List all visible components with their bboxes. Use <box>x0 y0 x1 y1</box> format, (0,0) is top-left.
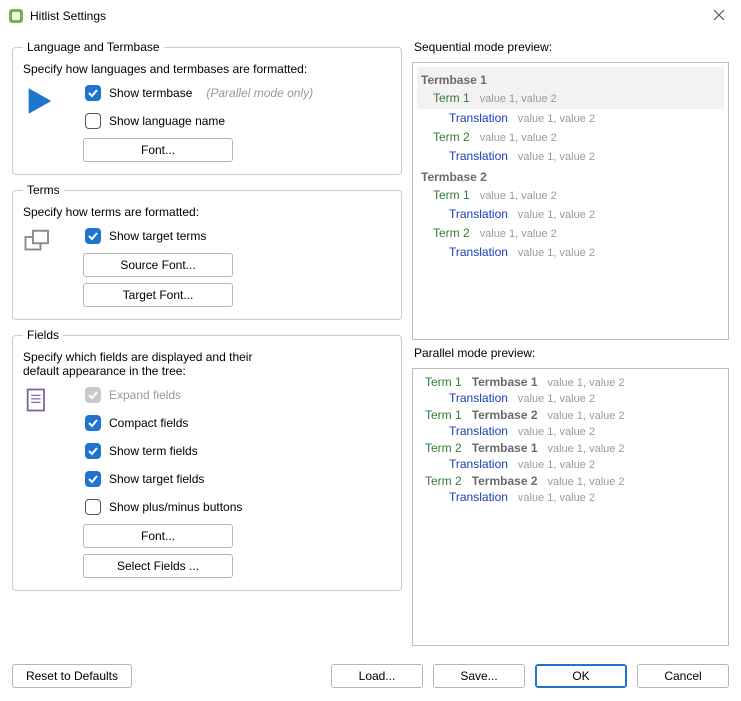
seq-term: Term 1 <box>433 91 470 105</box>
select-fields-button[interactable]: Select Fields ... <box>83 554 233 578</box>
seq-vals: value 1, value 2 <box>518 151 595 163</box>
ok-button[interactable]: OK <box>535 664 627 688</box>
seq-translation: Translation <box>449 149 508 163</box>
par-tb: Termbase 1 <box>472 441 538 455</box>
par-translation: Translation <box>449 424 508 438</box>
par-term: Term 1 <box>425 408 462 422</box>
seq-term: Term 2 <box>433 130 470 144</box>
show-plus-minus-label: Show plus/minus buttons <box>109 500 242 514</box>
document-icon <box>23 384 71 414</box>
par-vals: value 1, value 2 <box>548 443 625 455</box>
par-vals: value 1, value 2 <box>548 410 625 422</box>
show-target-fields-label: Show target fields <box>109 472 204 486</box>
terms-legend: Terms <box>23 183 64 197</box>
show-termbase-label: Show termbase <box>109 86 192 100</box>
bottom-bar: Reset to Defaults Load... Save... OK Can… <box>0 659 741 701</box>
save-button[interactable]: Save... <box>433 664 525 688</box>
par-vals: value 1, value 2 <box>518 426 595 438</box>
seq-vals: value 1, value 2 <box>518 247 595 259</box>
par-vals: value 1, value 2 <box>518 393 595 405</box>
par-tb: Termbase 2 <box>472 474 538 488</box>
show-term-fields-checkbox[interactable] <box>85 443 101 459</box>
par-vals: value 1, value 2 <box>518 492 595 504</box>
show-plus-minus-checkbox[interactable] <box>85 499 101 515</box>
parallel-preview-label: Parallel mode preview: <box>414 346 729 360</box>
par-translation: Translation <box>449 490 508 504</box>
par-translation: Translation <box>449 391 508 405</box>
cancel-button[interactable]: Cancel <box>637 664 729 688</box>
par-vals: value 1, value 2 <box>548 377 625 389</box>
reset-button[interactable]: Reset to Defaults <box>12 664 132 688</box>
titlebar: Hitlist Settings <box>0 0 741 32</box>
seq-vals: value 1, value 2 <box>518 113 595 125</box>
par-translation: Translation <box>449 457 508 471</box>
par-term: Term 2 <box>425 474 462 488</box>
seq-termbase-1: Termbase 1 <box>421 71 720 89</box>
par-term: Term 1 <box>425 375 462 389</box>
show-target-terms-label: Show target terms <box>109 229 206 243</box>
sequential-preview: Termbase 1 Term 1 value 1, value 2 Transl… <box>412 62 729 340</box>
play-icon <box>23 82 71 118</box>
seq-termbase-2: Termbase 2 <box>421 168 720 186</box>
fields-desc: Specify which fields are displayed and t… <box>23 350 283 378</box>
fields-font-button[interactable]: Font... <box>83 524 233 548</box>
seq-vals: value 1, value 2 <box>480 132 557 144</box>
close-button[interactable] <box>705 4 733 28</box>
show-language-label: Show language name <box>109 114 225 128</box>
show-term-fields-label: Show term fields <box>109 444 198 458</box>
show-target-terms-checkbox[interactable] <box>85 228 101 244</box>
language-termbase-group: Language and Termbase Specify how langua… <box>12 40 402 175</box>
seq-vals: value 1, value 2 <box>480 228 557 240</box>
seq-vals: value 1, value 2 <box>480 93 557 105</box>
source-font-button[interactable]: Source Font... <box>83 253 233 277</box>
show-target-fields-checkbox[interactable] <box>85 471 101 487</box>
par-vals: value 1, value 2 <box>518 459 595 471</box>
par-term: Term 2 <box>425 441 462 455</box>
seq-vals: value 1, value 2 <box>518 209 595 221</box>
target-font-button[interactable]: Target Font... <box>83 283 233 307</box>
parallel-hint: (Parallel mode only) <box>206 86 313 100</box>
language-desc: Specify how languages and termbases are … <box>23 62 391 76</box>
par-tb: Termbase 2 <box>472 408 538 422</box>
seq-term: Term 2 <box>433 226 470 240</box>
language-font-button[interactable]: Font... <box>83 138 233 162</box>
parallel-preview: Term 1 Termbase 1 value 1, value 2 Transla… <box>412 368 729 646</box>
fields-legend: Fields <box>23 328 63 342</box>
seq-translation: Translation <box>449 245 508 259</box>
compact-fields-label: Compact fields <box>109 416 188 430</box>
language-legend: Language and Termbase <box>23 40 164 54</box>
seq-term: Term 1 <box>433 188 470 202</box>
seq-translation: Translation <box>449 207 508 221</box>
expand-fields-label: Expand fields <box>109 388 181 402</box>
show-termbase-checkbox[interactable] <box>85 85 101 101</box>
terms-group: Terms Specify how terms are formatted: S… <box>12 183 402 320</box>
fields-group: Fields Specify which fields are displaye… <box>12 328 402 591</box>
sequential-preview-label: Sequential mode preview: <box>414 40 729 54</box>
par-vals: value 1, value 2 <box>548 476 625 488</box>
app-icon <box>8 8 24 24</box>
expand-fields-checkbox <box>85 387 101 403</box>
par-tb: Termbase 1 <box>472 375 538 389</box>
windows-icon <box>23 225 71 257</box>
window-title: Hitlist Settings <box>30 9 106 23</box>
seq-vals: value 1, value 2 <box>480 190 557 202</box>
load-button[interactable]: Load... <box>331 664 423 688</box>
compact-fields-checkbox[interactable] <box>85 415 101 431</box>
seq-translation: Translation <box>449 111 508 125</box>
show-language-checkbox[interactable] <box>85 113 101 129</box>
terms-desc: Specify how terms are formatted: <box>23 205 391 219</box>
